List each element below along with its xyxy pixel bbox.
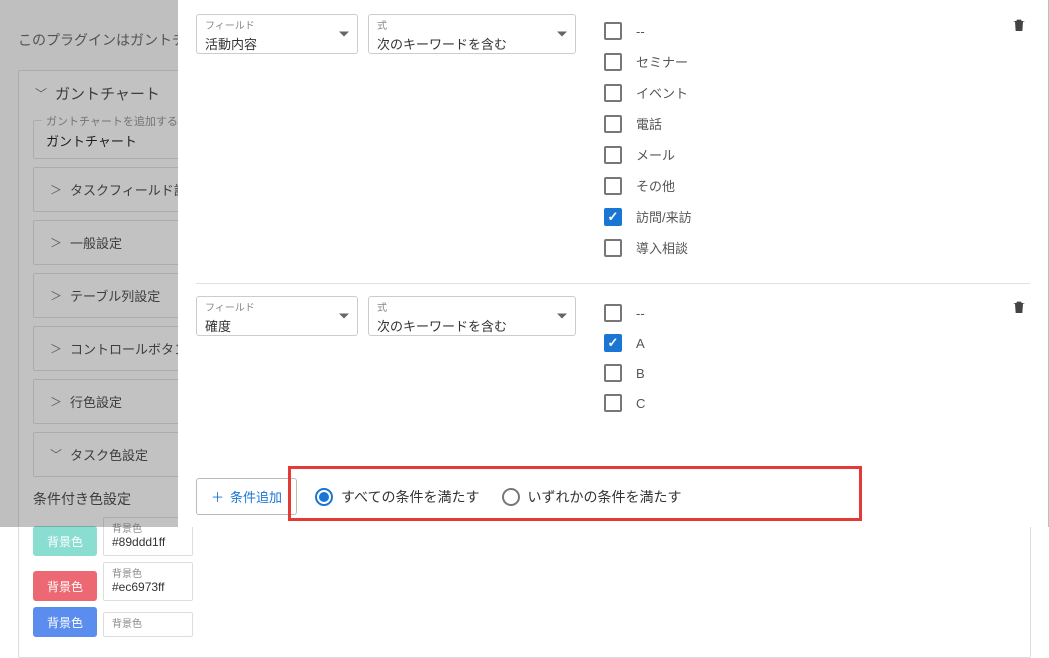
option-label: イベント	[636, 83, 688, 102]
color-field[interactable]: 背景色	[103, 612, 193, 637]
checkbox-icon[interactable]	[604, 115, 622, 133]
add-condition-label: 条件追加	[230, 487, 282, 506]
option-label: C	[636, 396, 645, 411]
option-row[interactable]: メール	[604, 145, 998, 164]
checkbox-icon[interactable]	[604, 53, 622, 71]
delete-condition-button[interactable]	[1008, 14, 1030, 36]
chevron-down-icon	[557, 32, 567, 37]
radio-off-icon	[502, 488, 520, 506]
delete-condition-button[interactable]	[1008, 296, 1030, 318]
option-label: 導入相談	[636, 238, 688, 257]
checkbox-icon[interactable]	[604, 84, 622, 102]
radio-on-icon	[315, 488, 333, 506]
option-row[interactable]: その他	[604, 176, 998, 195]
checkbox-icon[interactable]	[604, 394, 622, 412]
option-row[interactable]: --	[604, 304, 998, 322]
option-row[interactable]: 電話	[604, 114, 998, 133]
field-select[interactable]: フィールド 確度	[196, 296, 358, 336]
option-label: --	[636, 24, 645, 39]
swatch-button[interactable]: 背景色	[33, 607, 97, 637]
option-label: メール	[636, 145, 675, 164]
option-label: 訪問/来訪	[636, 207, 692, 226]
option-row[interactable]: セミナー	[604, 52, 998, 71]
expr-select[interactable]: 式 次のキーワードを含む	[368, 14, 576, 54]
radio-any-label: いずれかの条件を満たす	[528, 487, 682, 507]
option-row[interactable]: B	[604, 364, 998, 382]
option-label: セミナー	[636, 52, 688, 71]
conditions-modal: フィールド 活動内容 式 次のキーワードを含む -- セミナー イベント 電話	[178, 0, 1048, 527]
option-row[interactable]: 導入相談	[604, 238, 998, 257]
checkbox-icon[interactable]	[604, 364, 622, 382]
checkbox-icon[interactable]: ✓	[604, 334, 622, 352]
option-row[interactable]: ✓ 訪問/来訪	[604, 207, 998, 226]
option-row[interactable]: C	[604, 394, 998, 412]
expr-select[interactable]: 式 次のキーワードを含む	[368, 296, 576, 336]
option-row[interactable]: --	[604, 22, 998, 40]
swatch-button[interactable]: 背景色	[33, 526, 97, 556]
radio-any[interactable]: いずれかの条件を満たす	[502, 487, 682, 507]
logic-radio-group: すべての条件を満たす いずれかの条件を満たす	[315, 487, 681, 507]
option-label: その他	[636, 176, 675, 195]
option-row[interactable]: ✓ A	[604, 334, 998, 352]
color-field[interactable]: 背景色 #ec6973ff	[103, 562, 193, 601]
option-row[interactable]: イベント	[604, 83, 998, 102]
checkbox-icon[interactable]: ✓	[604, 208, 622, 226]
checkbox-icon[interactable]	[604, 304, 622, 322]
chevron-down-icon	[557, 314, 567, 319]
swatch-button[interactable]: 背景色	[33, 571, 97, 601]
checkbox-icon[interactable]	[604, 22, 622, 40]
chevron-down-icon	[339, 32, 349, 37]
field-select[interactable]: フィールド 活動内容	[196, 14, 358, 54]
chevron-down-icon	[339, 314, 349, 319]
option-label: B	[636, 366, 645, 381]
radio-all[interactable]: すべての条件を満たす	[315, 487, 479, 507]
checkbox-icon[interactable]	[604, 239, 622, 257]
option-label: 電話	[636, 114, 662, 133]
checkbox-icon[interactable]	[604, 177, 622, 195]
option-label: A	[636, 336, 645, 351]
radio-all-label: すべての条件を満たす	[341, 487, 479, 507]
modal-footer: ＋ 条件追加 すべての条件を満たす いずれかの条件を満たす	[178, 468, 1048, 527]
add-condition-button[interactable]: ＋ 条件追加	[196, 478, 297, 515]
option-label: --	[636, 306, 645, 321]
checkbox-icon[interactable]	[604, 146, 622, 164]
plus-icon: ＋	[211, 487, 224, 506]
